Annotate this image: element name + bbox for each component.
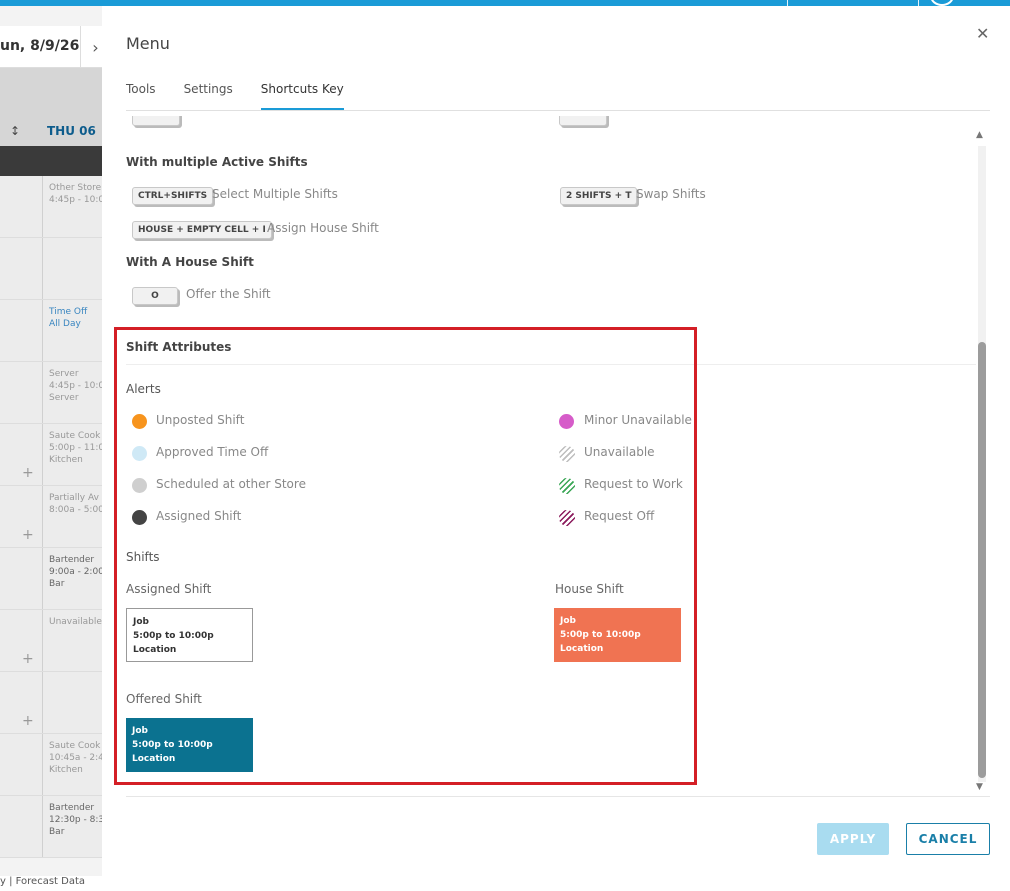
header-dark-row	[0, 146, 102, 176]
shortcut-key-cutoff	[132, 116, 180, 126]
close-icon[interactable]: ✕	[976, 24, 989, 43]
current-date: un, 8/9/26	[0, 38, 80, 54]
shortcut-key: CTRL+SHIFTS	[132, 187, 214, 205]
schedule-cell[interactable]: Server 4:45p - 10:0 Server	[0, 362, 102, 424]
bottom-tabs[interactable]: y | Forecast Data	[0, 876, 102, 891]
shift-text: Partially Av 8:00a - 5:00	[49, 493, 102, 515]
schedule-cell[interactable]: Bartender 12:30p - 8:3 Bar	[0, 796, 102, 858]
shift-text: Server 4:45p - 10:0 Server	[49, 369, 102, 403]
grid-line	[42, 734, 43, 795]
column-header: ↕ THU 06	[0, 68, 102, 146]
house-shift-heading: With A House Shift	[126, 255, 254, 269]
grid-line	[42, 610, 43, 671]
scrollbar-thumb[interactable]	[978, 342, 986, 778]
date-navigator: un, 8/9/26 ›	[0, 26, 102, 68]
grid-line	[42, 548, 43, 609]
cancel-button[interactable]: CANCEL	[906, 823, 990, 855]
shortcut-label: Assign House Shift	[267, 221, 379, 235]
sort-icon[interactable]: ↕	[10, 124, 20, 138]
multiple-shifts-heading: With multiple Active Shifts	[126, 155, 308, 169]
schedule-cell[interactable]	[0, 238, 102, 300]
schedule-cell[interactable]: Time Off All Day	[0, 300, 102, 362]
apply-button[interactable]: APPLY	[817, 823, 889, 855]
schedule-cell[interactable]: Saute Cook 5:00p - 11:0 Kitchen +	[0, 424, 102, 486]
schedule-cell[interactable]: +	[0, 672, 102, 734]
day-header[interactable]: THU 06	[47, 124, 96, 138]
grid-line	[42, 796, 43, 857]
grid-line	[42, 238, 43, 299]
schedule-cell[interactable]: Other Store 4:45p - 10:0	[0, 176, 102, 238]
tab-settings[interactable]: Settings	[184, 82, 233, 110]
schedule-cell[interactable]: Unavailable +	[0, 610, 102, 672]
shift-text: Other Store 4:45p - 10:0	[49, 183, 102, 205]
tab-shortcuts-key[interactable]: Shortcuts Key	[260, 82, 344, 110]
grid-line	[42, 424, 43, 485]
schedule-background: un, 8/9/26 › ↕ THU 06 Other Store 4:45p …	[0, 6, 102, 891]
chevron-right-icon[interactable]: ›	[80, 26, 102, 68]
add-shift-icon[interactable]: +	[22, 713, 34, 729]
shortcut-key: HOUSE + EMPTY CELL + I	[132, 221, 272, 239]
shift-text: Bartender 9:00a - 2:00 Bar	[49, 555, 102, 589]
schedule-cell[interactable]: Bartender 9:00a - 2:00 Bar	[0, 548, 102, 610]
grid-line	[42, 176, 43, 237]
highlight-box	[114, 327, 697, 785]
schedule-grid: Other Store 4:45p - 10:0 Time Off All Day…	[0, 176, 102, 858]
grid-line	[42, 362, 43, 423]
tab-tools[interactable]: Tools	[126, 82, 156, 110]
scroll-down-arrow-icon[interactable]: ▼	[976, 782, 983, 792]
shortcut-key: O	[132, 287, 178, 305]
grid-line	[42, 300, 43, 361]
add-shift-icon[interactable]: +	[22, 465, 34, 481]
grid-line	[42, 672, 43, 733]
shortcut-label: Select Multiple Shifts	[212, 187, 338, 201]
shift-text: Time Off All Day	[49, 307, 88, 329]
shift-text: Saute Cook 5:00p - 11:0 Kitchen	[49, 431, 102, 465]
add-shift-icon[interactable]: +	[22, 651, 34, 667]
shift-text: Saute Cook 10:45a - 2:4 Kitchen	[49, 741, 102, 775]
add-shift-icon[interactable]: +	[22, 527, 34, 543]
shortcut-key: 2 SHIFTS + T	[560, 187, 638, 205]
shortcut-label: Swap Shifts	[636, 187, 706, 201]
shortcut-label: Offer the Shift	[186, 287, 271, 301]
grid-line	[42, 486, 43, 547]
schedule-cell[interactable]: Saute Cook 10:45a - 2:4 Kitchen	[0, 734, 102, 796]
shift-text: Unavailable	[49, 617, 102, 627]
modal-title: Menu	[126, 34, 170, 53]
schedule-cell[interactable]: Partially Av 8:00a - 5:00 +	[0, 486, 102, 548]
menu-tabs: Tools Settings Shortcuts Key	[126, 82, 372, 110]
tabs-divider	[126, 110, 990, 111]
shift-text: Bartender 12:30p - 8:3 Bar	[49, 803, 102, 837]
shortcut-key-cutoff	[559, 116, 607, 126]
menu-modal: Menu ✕ Tools Settings Shortcuts Key With…	[102, 6, 1010, 891]
footer-divider	[126, 796, 990, 797]
scroll-up-arrow-icon[interactable]: ▲	[976, 130, 983, 140]
